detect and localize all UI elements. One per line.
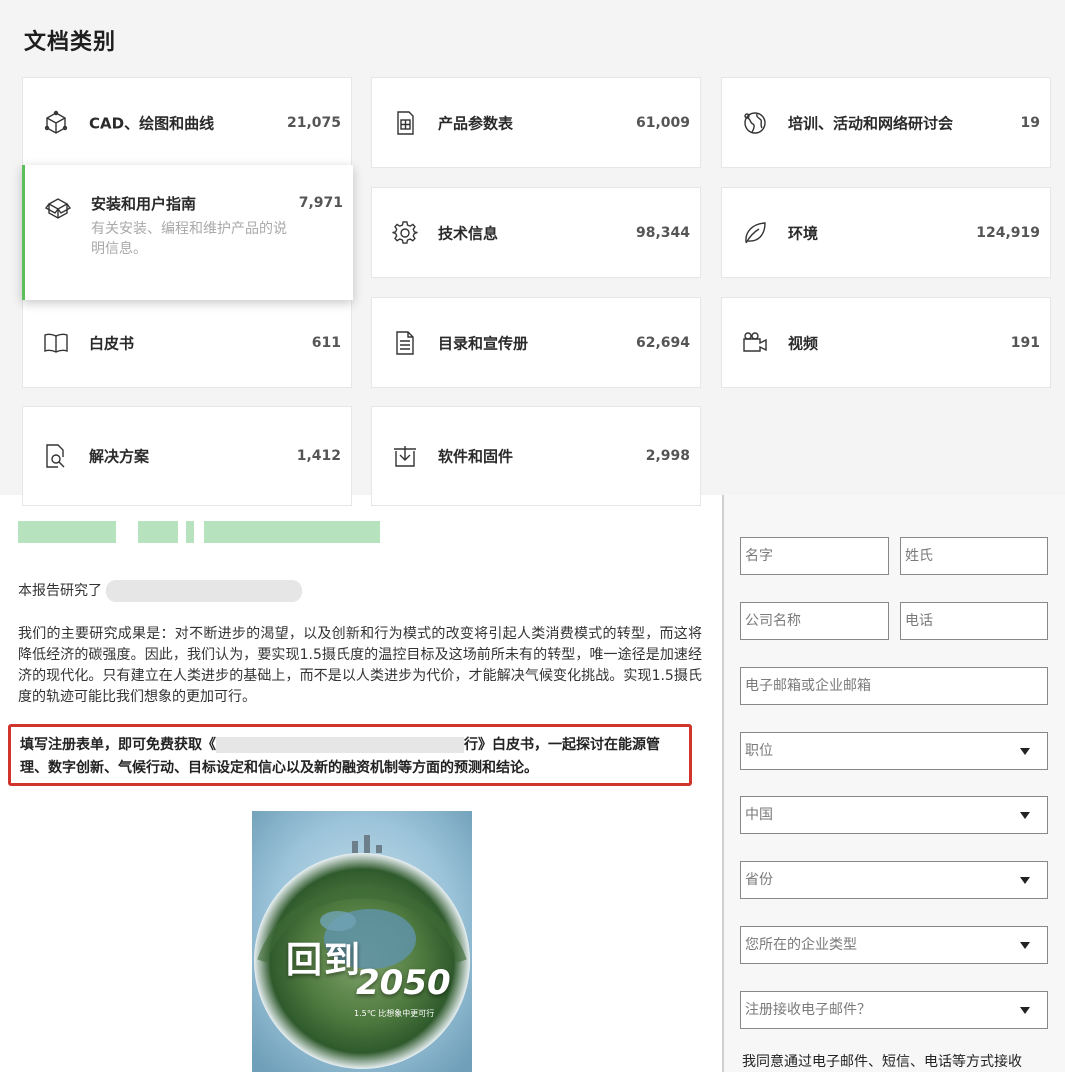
book-icon (43, 330, 69, 356)
category-label: 解决方案 (89, 447, 150, 466)
category-description: 有关安装、编程和维护产品的说明信息。 (91, 221, 287, 257)
category-card-environment[interactable]: 环境 124,919 (721, 187, 1051, 278)
registration-form: 名字 姓氏 公司名称 电话 电子邮箱或企业邮箱 职位 中国 省份 您所在的企业类… (722, 495, 1065, 1072)
document-categories-section: 文档类别 CAD、绘图和曲线 21,075 产品参数表 61,009 培训、活动… (0, 0, 1065, 506)
select-value: 您所在的企业类型 (745, 937, 857, 953)
category-count: 62,694 (635, 334, 690, 351)
select-value: 职位 (745, 743, 773, 759)
category-label: 安装和用户指南 (91, 195, 197, 213)
article-intro: 本报告研究了 (18, 580, 302, 602)
category-count: 7,971 (298, 195, 343, 211)
category-card-installation[interactable]: 安装和用户指南 7,971 有关安装、编程和维护产品的说明信息。 (22, 165, 353, 300)
category-count: 1,412 (296, 448, 341, 464)
doc-search-icon (43, 443, 69, 469)
leaf-icon (742, 220, 768, 246)
newsletter-select[interactable]: 注册接收电子邮件？ (740, 991, 1048, 1029)
category-label: 培训、活动和网络研讨会 (788, 114, 954, 132)
job-title-select[interactable]: 职位 (740, 732, 1048, 770)
select-value: 中国 (745, 807, 773, 823)
category-count: 191 (1010, 334, 1040, 351)
field-placeholder: 名字 (745, 548, 773, 564)
category-label: 白皮书 (89, 334, 135, 352)
chevron-down-icon (1020, 877, 1030, 884)
category-count: 19 (1020, 114, 1040, 131)
chevron-down-icon (1020, 1007, 1030, 1014)
category-label: 产品参数表 (438, 114, 514, 132)
field-placeholder: 公司名称 (745, 613, 801, 629)
category-card-cad[interactable]: CAD、绘图和曲线 21,075 (22, 77, 352, 168)
company-type-select[interactable]: 您所在的企业类型 (740, 926, 1048, 964)
cover-title-line1: 回到 (286, 940, 363, 981)
category-label: 目录和宣传册 (438, 334, 529, 352)
phone-field[interactable]: 电话 (900, 602, 1048, 640)
country-select[interactable]: 中国 (740, 796, 1048, 834)
category-card-technical[interactable]: 技术信息 98,344 (371, 187, 701, 278)
highlight-text: 填写注册表单，即可免费获取《 行》白皮书，一起探讨在能源管理、数字创新、气候行动、… (20, 734, 680, 780)
category-count: 98,344 (635, 224, 690, 241)
first-name-field[interactable]: 名字 (740, 537, 889, 575)
chevron-down-icon (1020, 942, 1030, 949)
blurred-article-title (18, 521, 380, 543)
category-label: 技术信息 (438, 224, 499, 242)
datasheet-icon (392, 110, 418, 136)
category-label: 环境 (788, 224, 819, 242)
globe-icon (742, 110, 768, 136)
redacted-text (216, 737, 464, 753)
box-icon (45, 195, 71, 221)
category-card-datasheet[interactable]: 产品参数表 61,009 (371, 77, 701, 168)
highlight-callout: 填写注册表单，即可免费获取《 行》白皮书，一起探讨在能源管理、数字创新、气候行动、… (8, 724, 692, 786)
cover-title-line2: 2050 (356, 963, 451, 1003)
document-icon (392, 330, 418, 356)
highlight-prefix: 填写注册表单，即可免费获取《 (20, 737, 216, 753)
category-card-whitepaper[interactable]: 白皮书 611 (22, 297, 352, 388)
category-label: CAD、绘图和曲线 (89, 114, 215, 132)
category-label: 视频 (788, 334, 819, 352)
field-placeholder: 电话 (905, 613, 933, 629)
category-count: 611 (311, 334, 341, 351)
consent-text: 我同意通过电子邮件、短信、电话等方式接收 (742, 1054, 1022, 1070)
section-title: 文档类别 (24, 30, 117, 55)
chevron-down-icon (1020, 748, 1030, 755)
email-field[interactable]: 电子邮箱或企业邮箱 (740, 667, 1048, 705)
intro-text: 本报告研究了 (18, 583, 102, 599)
select-value: 省份 (745, 872, 773, 888)
download-icon (392, 443, 418, 469)
category-label: 软件和固件 (438, 447, 514, 466)
category-card-video[interactable]: 视频 191 (721, 297, 1051, 388)
category-card-training[interactable]: 培训、活动和网络研讨会 19 (721, 77, 1051, 168)
last-name-field[interactable]: 姓氏 (900, 537, 1048, 575)
field-placeholder: 电子邮箱或企业邮箱 (745, 678, 871, 694)
company-field[interactable]: 公司名称 (740, 602, 889, 640)
province-select[interactable]: 省份 (740, 861, 1048, 899)
video-icon (742, 330, 768, 356)
category-card-solutions[interactable]: 解决方案 1,412 (22, 406, 352, 506)
category-card-software[interactable]: 软件和固件 2,998 (371, 406, 701, 506)
category-card-catalog[interactable]: 目录和宣传册 62,694 (371, 297, 701, 388)
field-placeholder: 姓氏 (905, 548, 933, 564)
category-count: 124,919 (976, 224, 1040, 241)
article-body: 我们的主要研究成果是：对不断进步的渴望，以及创新和行为模式的改变将引起人类消费模… (18, 626, 702, 705)
gear-icon (392, 220, 418, 246)
redacted-text (106, 580, 302, 602)
cube-icon (43, 110, 69, 136)
category-count: 21,075 (286, 114, 341, 131)
chevron-down-icon (1020, 812, 1030, 819)
select-value: 注册接收电子邮件？ (745, 1002, 871, 1018)
whitepaper-cover-image[interactable]: 回到 2050 1.5℃ 比想象中更可行 (252, 811, 472, 1072)
category-count: 61,009 (635, 114, 690, 131)
category-count: 2,998 (645, 448, 690, 464)
cover-subtitle: 1.5℃ 比想象中更可行 (354, 1009, 435, 1018)
